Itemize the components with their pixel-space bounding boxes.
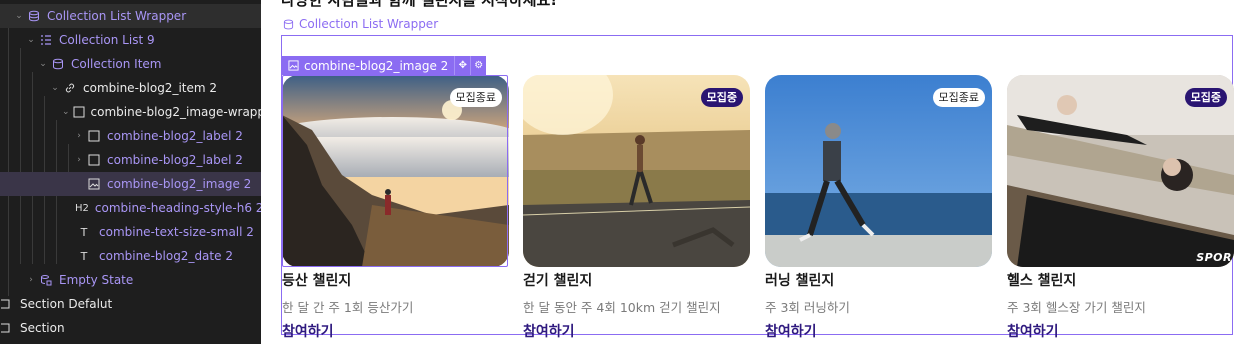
section-icon: [0, 297, 14, 311]
nav-item-collection-list-wrapper[interactable]: ⌄ Collection List Wrapper: [0, 4, 261, 28]
nav-item-label: Collection List 9: [59, 33, 155, 47]
nav-item-section[interactable]: Section: [0, 316, 261, 340]
h2-icon: H2: [75, 202, 89, 214]
div-block-icon: [87, 129, 101, 143]
collection-wrapper-icon: [27, 9, 41, 23]
collection-item-icon: [51, 57, 65, 71]
status-badge: 모집중: [1184, 88, 1227, 107]
nav-item-blog2-date[interactable]: T combine-blog2_date 2: [0, 244, 261, 268]
card-description: 한 달 간 주 1회 등산가기: [282, 300, 414, 315]
nav-item-label: combine-blog2_item 2: [83, 81, 218, 95]
nav-item-label: Section Defalut: [20, 297, 113, 311]
status-badge: 모집중: [700, 88, 743, 107]
selected-element-name: combine-blog2_image 2: [304, 58, 449, 73]
card-title: 러닝 챌린지: [765, 273, 835, 289]
nav-item-label: combine-blog2_label 2: [107, 129, 243, 143]
nav-item-label: Collection List Wrapper: [47, 9, 187, 23]
join-link[interactable]: 참여하기: [1007, 321, 1234, 341]
nav-item-label: combine-blog2_image-wrappe...: [90, 105, 284, 119]
nav-item-blog2-label[interactable]: › combine-blog2_label 2: [0, 148, 261, 172]
nav-item-label: Section: [20, 321, 65, 335]
nav-item-label: combine-blog2_label 2: [107, 153, 243, 167]
join-link[interactable]: 참여하기: [282, 321, 509, 341]
collection-wrapper-icon: [283, 19, 294, 29]
nav-item-image-wrapper[interactable]: ⌄ combine-blog2_image-wrappe...: [0, 100, 284, 124]
chevron-right-icon[interactable]: ›: [74, 155, 84, 165]
challenge-card[interactable]: 모집종료 등산 챌린지 한 달 간 주 1회 등산가기 참여하기: [282, 75, 509, 341]
status-badge: 모집종료: [932, 88, 985, 107]
empty-state-icon: [39, 273, 53, 287]
text-icon: T: [80, 249, 88, 263]
nav-item-collection-item[interactable]: ⌄ Collection Item: [0, 52, 261, 76]
nav-item-collection-list[interactable]: ⌄ Collection List 9: [0, 28, 261, 52]
image-icon: [288, 60, 299, 71]
nav-item-text-small[interactable]: T combine-text-size-small 2: [0, 220, 261, 244]
challenge-card[interactable]: 모집중 걷기 챌린지 한 달 동안 주 4회 10km 걷기 챌린지 참여하기: [523, 75, 750, 341]
settings-gear-icon[interactable]: ⚙: [470, 56, 486, 75]
text-icon: T: [80, 225, 88, 239]
chevron-right-icon[interactable]: ›: [74, 131, 84, 141]
challenge-card[interactable]: 모집종료 러닝 챌린지 주 3회 러닝하기 참여하기: [765, 75, 992, 341]
navigator-panel: ⌄ Collection List Wrapper ⌄ Collection L…: [0, 0, 284, 344]
nav-item-blog2-label[interactable]: › combine-blog2_label 2: [0, 124, 261, 148]
section-icon: [0, 321, 14, 335]
card-image[interactable]: 모집종료: [765, 75, 992, 267]
join-link[interactable]: 참여하기: [765, 321, 992, 341]
card-image[interactable]: 모집중 SPOR: [1007, 75, 1234, 267]
image-icon: [87, 177, 101, 191]
nav-item-label: combine-blog2_date 2: [99, 249, 233, 263]
challenge-card[interactable]: 모집중 SPOR 헬스 챌린지 주 3회 헬스장 가기 챌린지 참여하기: [1007, 75, 1234, 341]
watermark-text: SPOR: [1196, 251, 1232, 264]
chevron-down-icon[interactable]: ⌄: [38, 59, 48, 69]
nav-item-heading-h6[interactable]: H2 combine-heading-style-h6 2: [0, 196, 264, 220]
nav-item-blog2-item[interactable]: ⌄ combine-blog2_item 2: [0, 76, 261, 100]
section-heading: 다양한 사람들과 함께 챌린지를 시작하세요!: [281, 0, 558, 9]
selected-element-toolbar[interactable]: combine-blog2_image 2 ✥ ⚙: [282, 56, 487, 75]
nav-item-empty-state[interactable]: › Empty State: [0, 268, 261, 292]
nav-item-label: combine-text-size-small 2: [99, 225, 254, 239]
nav-item-label: Empty State: [59, 273, 134, 287]
move-icon[interactable]: ✥: [454, 56, 470, 75]
chevron-down-icon[interactable]: ⌄: [14, 11, 24, 21]
div-block-icon: [73, 105, 85, 119]
card-image[interactable]: 모집종료: [282, 75, 509, 267]
card-description: 주 3회 헬스장 가기 챌린지: [1007, 300, 1146, 315]
selected-element-label[interactable]: combine-blog2_image 2: [282, 56, 454, 75]
collection-wrapper-label-text: Collection List Wrapper: [299, 17, 439, 31]
nav-item-label: combine-blog2_image 2: [107, 177, 252, 191]
collection-list-icon: [39, 33, 53, 47]
collection-wrapper-label: Collection List Wrapper: [283, 17, 438, 31]
status-badge: 모집종료: [449, 88, 502, 107]
card-title: 등산 챌린지: [282, 273, 352, 289]
div-block-icon: [87, 153, 101, 167]
card-description: 주 3회 러닝하기: [765, 300, 850, 315]
join-link[interactable]: 참여하기: [523, 321, 750, 341]
chevron-down-icon[interactable]: ⌄: [26, 35, 36, 45]
card-title: 걷기 챌린지: [523, 273, 593, 289]
chevron-down-icon[interactable]: ⌄: [62, 107, 70, 117]
nav-item-section-default[interactable]: Section Defalut: [0, 292, 261, 316]
card-description: 한 달 동안 주 4회 10km 걷기 챌린지: [523, 300, 721, 315]
nav-item-label: Collection Item: [71, 57, 162, 71]
chevron-right-icon[interactable]: ›: [26, 275, 36, 285]
nav-item-label: combine-heading-style-h6 2: [94, 201, 264, 215]
chevron-down-icon[interactable]: ⌄: [50, 83, 60, 93]
card-title: 헬스 챌린지: [1007, 273, 1077, 289]
card-image[interactable]: 모집중: [523, 75, 750, 267]
designer-canvas[interactable]: 다양한 사람들과 함께 챌린지를 시작하세요! Collection List …: [261, 0, 1256, 344]
link-icon: [63, 81, 77, 95]
nav-item-blog2-image[interactable]: combine-blog2_image 2: [0, 172, 261, 196]
